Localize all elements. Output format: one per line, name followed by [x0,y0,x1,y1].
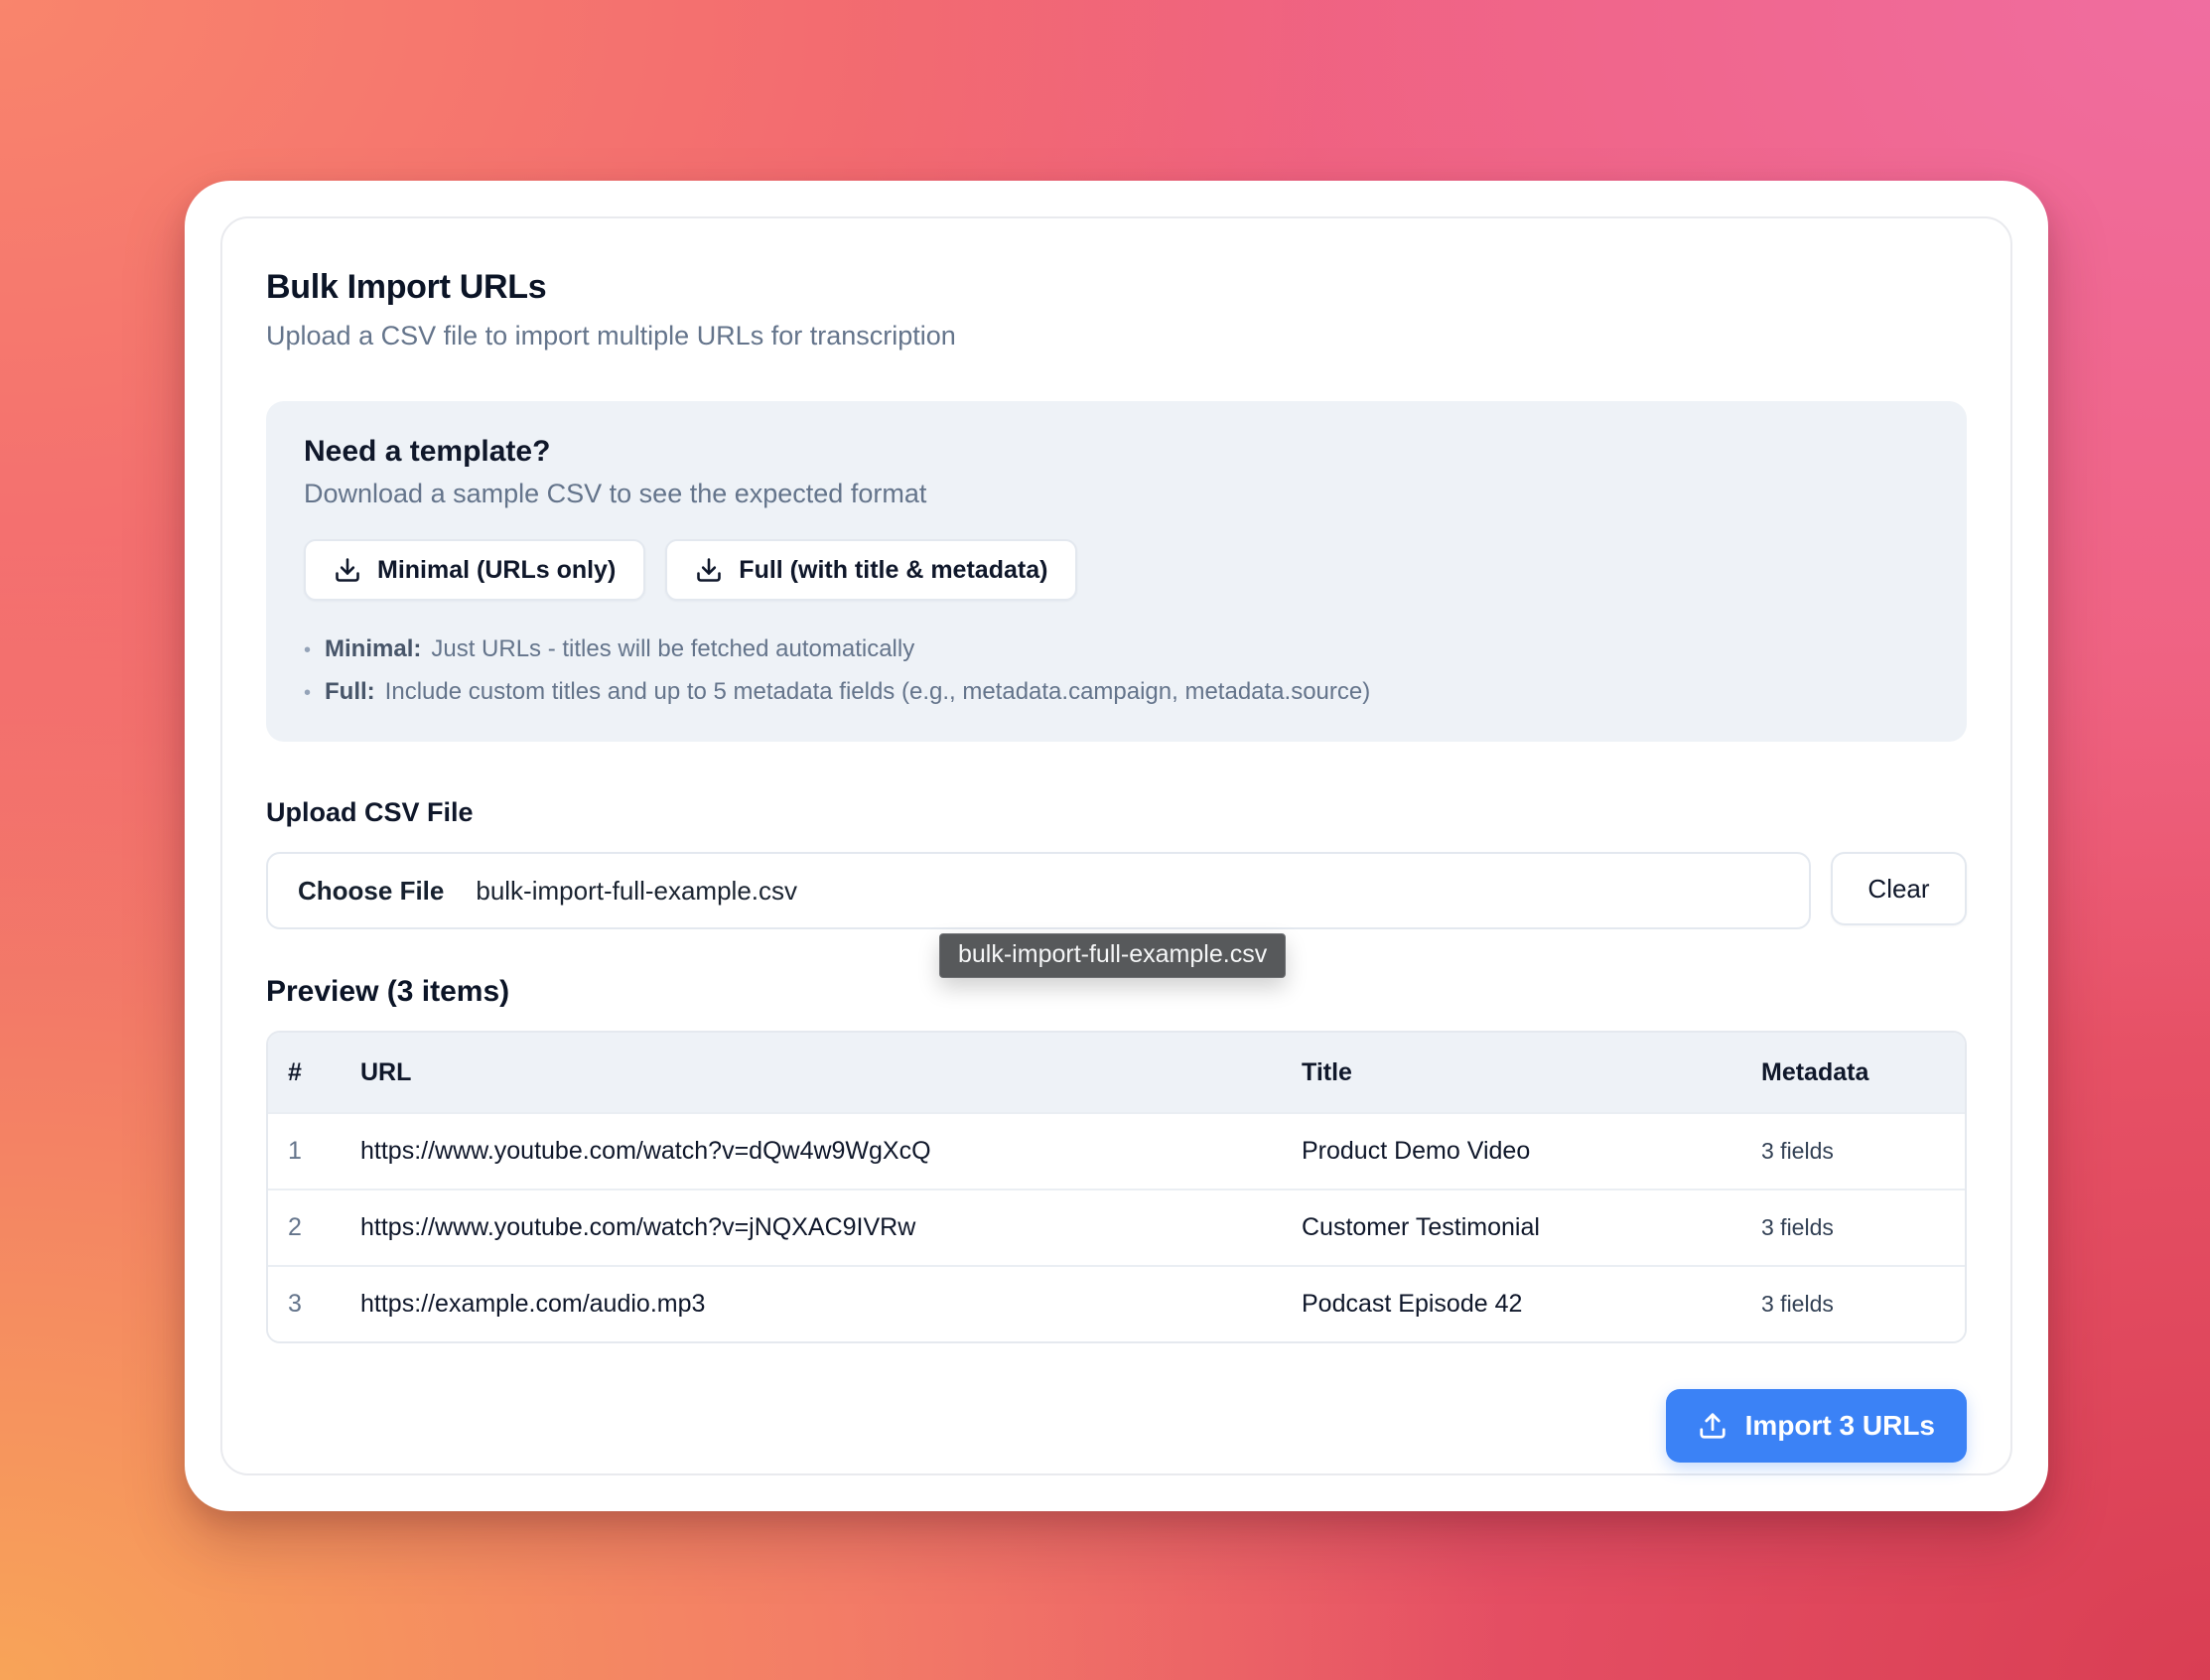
download-minimal-template-button[interactable]: Minimal (URLs only) [304,539,645,601]
column-header-index: # [268,1058,360,1087]
upload-icon [1698,1411,1727,1441]
table-row: 3 https://example.com/audio.mp3 Podcast … [268,1265,1965,1341]
table-header-row: # URL Title Metadata [268,1033,1965,1112]
bulk-import-window: Bulk Import URLs Upload a CSV file to im… [185,181,2048,1511]
table-row: 2 https://www.youtube.com/watch?v=jNQXAC… [268,1189,1965,1265]
clear-button[interactable]: Clear [1831,852,1967,925]
file-upload-row: Choose File bulk-import-full-example.csv… [266,852,1967,929]
template-heading: Need a template? [304,435,1929,469]
column-header-url: URL [360,1058,1302,1087]
upload-csv-label: Upload CSV File [266,797,1967,828]
row-index: 3 [268,1290,360,1319]
row-title: Podcast Episode 42 [1302,1290,1761,1319]
actions-row: Import 3 URLs [266,1389,1967,1463]
row-url: https://www.youtube.com/watch?v=jNQXAC9I… [360,1213,1302,1242]
template-notes: • Minimal: Just URLs - titles will be fetc… [304,629,1929,714]
row-metadata: 3 fields [1761,1214,1965,1241]
note-full-term: Full: [325,678,375,705]
page-subtitle: Upload a CSV file to import multiple URL… [266,321,1967,351]
bullet-dot: • [304,639,311,661]
column-header-title: Title [1302,1058,1761,1087]
template-section: Need a template? Download a sample CSV t… [266,401,1967,742]
download-full-template-button[interactable]: Full (with title & metadata) [665,539,1077,601]
selected-file-name: bulk-import-full-example.csv [476,876,797,907]
column-header-metadata: Metadata [1761,1058,1965,1087]
import-button-label: Import 3 URLs [1745,1410,1935,1442]
download-minimal-label: Minimal (URLs only) [377,556,616,585]
row-index: 1 [268,1137,360,1166]
row-title: Product Demo Video [1302,1137,1761,1166]
file-name-tooltip: bulk-import-full-example.csv [939,933,1286,978]
row-title: Customer Testimonial [1302,1213,1761,1242]
note-minimal-term: Minimal: [325,635,421,662]
note-full: • Full: Include custom titles and up to 5 … [304,671,1929,714]
note-full-text: Include custom titles and up to 5 metada… [385,678,1371,705]
row-url: https://example.com/audio.mp3 [360,1290,1302,1319]
download-icon [334,556,361,584]
preview-heading: Preview (3 items) [266,975,1967,1009]
row-index: 2 [268,1213,360,1242]
import-button[interactable]: Import 3 URLs [1666,1389,1967,1463]
bullet-dot: • [304,682,311,704]
download-full-label: Full (with title & metadata) [739,556,1047,585]
file-input[interactable]: Choose File bulk-import-full-example.csv [266,852,1811,929]
bulk-import-card: Bulk Import URLs Upload a CSV file to im… [220,216,2012,1475]
choose-file-button[interactable]: Choose File [298,876,444,907]
note-minimal-text: Just URLs - titles will be fetched autom… [431,635,914,662]
row-metadata: 3 fields [1761,1291,1965,1318]
template-description: Download a sample CSV to see the expecte… [304,479,1929,509]
template-buttons-row: Minimal (URLs only) Full (with title & m… [304,539,1929,601]
preview-table: # URL Title Metadata 1 https://www.youtu… [266,1031,1967,1343]
note-minimal: • Minimal: Just URLs - titles will be fetc… [304,629,1929,671]
table-row: 1 https://www.youtube.com/watch?v=dQw4w9… [268,1112,1965,1189]
row-url: https://www.youtube.com/watch?v=dQw4w9Wg… [360,1137,1302,1166]
page-title: Bulk Import URLs [266,268,1967,307]
row-metadata: 3 fields [1761,1138,1965,1165]
download-icon [695,556,723,584]
desktop-background: Bulk Import URLs Upload a CSV file to im… [0,0,2210,1680]
